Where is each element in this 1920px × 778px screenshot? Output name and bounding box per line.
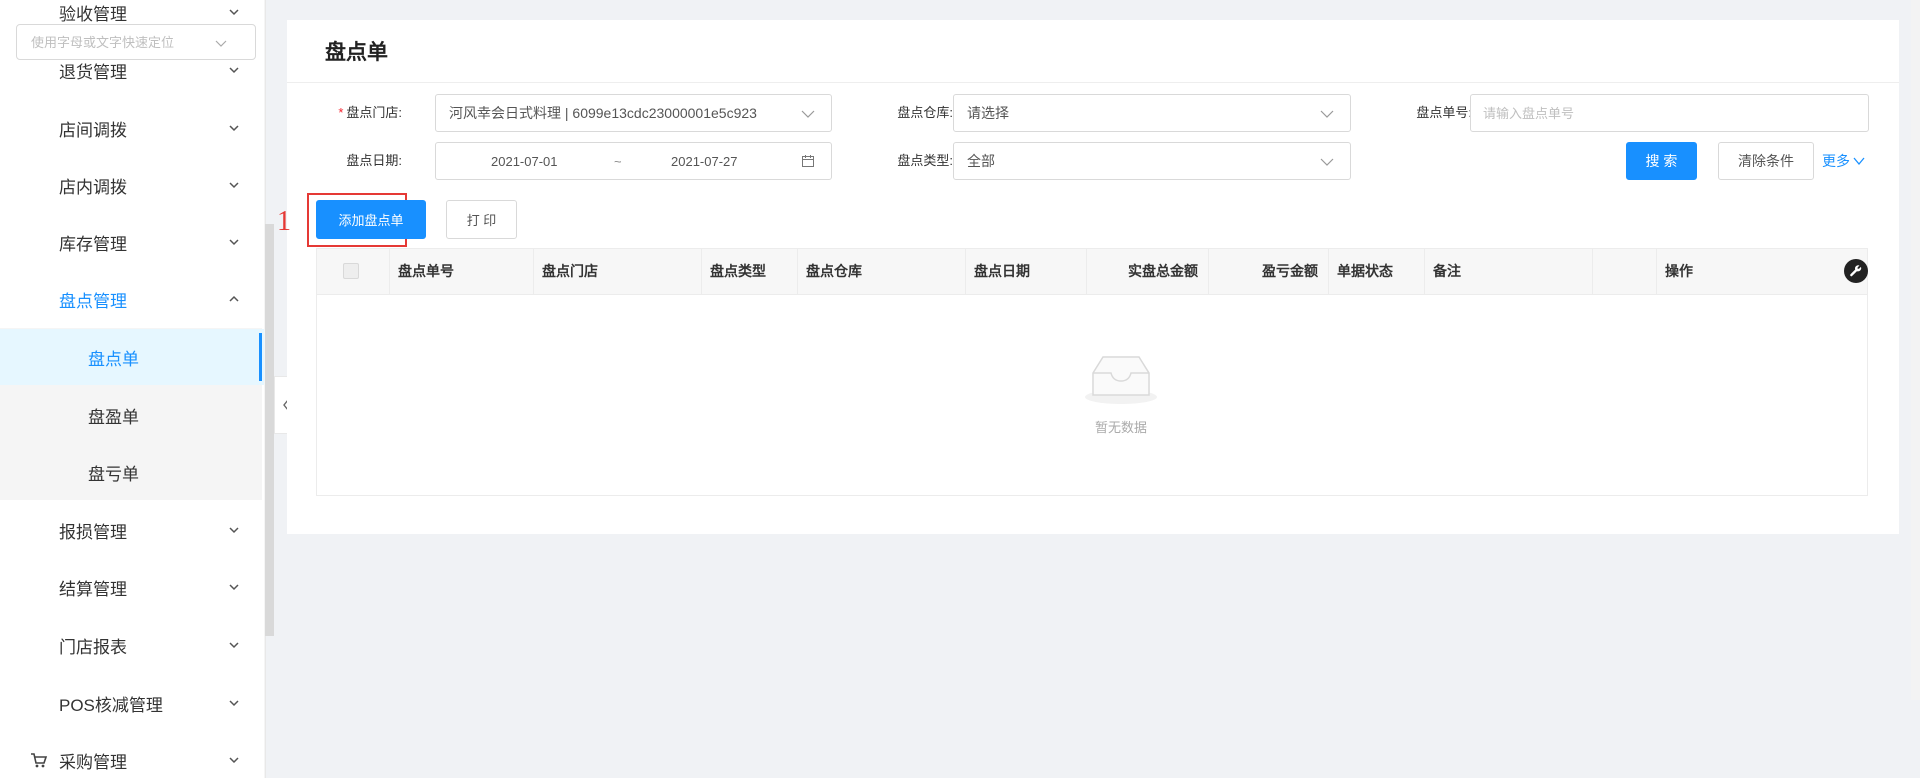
more-filters-label: 更多 [1822, 153, 1850, 169]
sidebar-subitem-label: 盘亏单 [88, 464, 139, 484]
cart-icon [31, 753, 48, 768]
column-header[interactable]: 盘点仓库 [798, 249, 966, 294]
column-header[interactable]: 实盘总金额 [1087, 249, 1209, 294]
store-label: * 盘点门店: [338, 105, 402, 120]
type-select[interactable]: 全部 [953, 142, 1351, 180]
print-button[interactable]: 打 印 [446, 200, 517, 239]
wrench-settings-icon[interactable] [1844, 259, 1868, 283]
chevron-up-icon [229, 295, 239, 302]
chevron-down-icon [229, 700, 239, 707]
page-title: 盘点单 [325, 41, 388, 64]
chevron-down-icon [229, 239, 239, 246]
sidebar-item-label: 结算管理 [59, 579, 127, 599]
sidebar-item-internal-transfer[interactable]: 店内调拨 [0, 157, 264, 213]
order-no-label: 盘点单号: [1416, 105, 1472, 120]
date-separator: ~ [614, 153, 622, 169]
sidebar-item-inventory[interactable]: 库存管理 [0, 214, 264, 270]
sidebar-item-purchasing[interactable]: 采购管理 [0, 732, 264, 778]
sidebar: 验收管理 退货管理 店间调拨 店内调拨 库存管理 盘点管理 盘点单 盘盈单 盘亏… [0, 0, 266, 778]
chevron-down-icon [1320, 158, 1334, 166]
column-header[interactable]: 盘点类型 [702, 249, 798, 294]
order-no-input[interactable] [1481, 104, 1865, 122]
stocktake-table: 盘点单号 盘点门店 盘点类型 盘点仓库 盘点日期 实盘总金额 盈亏金额 单据状态… [316, 248, 1868, 496]
select-all-cell [317, 249, 390, 294]
store-select-value: 河风幸会日式料理 | 6099e13cdc23000001e5c923 [449, 105, 757, 121]
chevron-down-icon [1853, 157, 1865, 166]
sidebar-item-pos-deduction[interactable]: POS核减管理 [0, 675, 264, 731]
table-header: 盘点单号 盘点门店 盘点类型 盘点仓库 盘点日期 实盘总金额 盈亏金额 单据状态… [317, 249, 1868, 295]
sidebar-item-label: 盘点管理 [59, 291, 127, 311]
sidebar-subitem-label: 盘盈单 [88, 407, 139, 427]
sidebar-item-store-reports[interactable]: 门店报表 [0, 617, 264, 673]
date-label: 盘点日期: [346, 153, 402, 168]
sidebar-item-label: 店间调拨 [59, 120, 127, 140]
chevron-down-icon [229, 642, 239, 649]
order-no-field[interactable] [1470, 94, 1869, 132]
sidebar-item-settlement[interactable]: 结算管理 [0, 559, 264, 615]
select-all-checkbox[interactable] [343, 263, 359, 279]
title-divider [287, 82, 1899, 83]
column-header[interactable]: 盘点门店 [534, 249, 702, 294]
clear-conditions-button[interactable]: 清除条件 [1718, 142, 1814, 180]
chevron-down-icon [229, 584, 239, 591]
sidebar-item-stocktake[interactable]: 盘点管理 [0, 271, 264, 327]
search-button[interactable]: 搜 索 [1626, 142, 1697, 180]
sidebar-subitem-loss-order[interactable]: 盘亏单 [0, 444, 264, 500]
column-header[interactable]: 备注 [1425, 249, 1593, 294]
sidebar-item-label: 采购管理 [59, 752, 127, 772]
empty-inbox-icon [1085, 356, 1157, 404]
sidebar-item-label: POS核减管理 [59, 695, 163, 715]
add-stocktake-button[interactable]: 添加盘点单 [316, 200, 426, 239]
date-start[interactable]: 2021-07-01 [491, 154, 558, 169]
column-header[interactable]: 操作 [1657, 249, 1867, 294]
empty-data-text: 暂无数据 [1094, 420, 1147, 435]
quick-search-select[interactable] [16, 24, 256, 60]
sidebar-item-label: 库存管理 [59, 234, 127, 254]
type-label: 盘点类型: [897, 153, 953, 168]
chevron-down-icon [229, 9, 239, 16]
calendar-icon [802, 155, 814, 167]
sidebar-item-label: 验收管理 [59, 4, 127, 24]
sidebar-scrollbar-thumb[interactable] [265, 224, 274, 636]
sidebar-subitem-stocktake-order[interactable]: 盘点单 [0, 329, 264, 385]
warehouse-select-placeholder: 请选择 [967, 105, 1009, 121]
warehouse-select[interactable]: 请选择 [953, 94, 1351, 132]
date-end[interactable]: 2021-07-27 [671, 154, 738, 169]
column-header[interactable]: 盘点单号 [390, 249, 534, 294]
chevron-down-icon [229, 182, 239, 189]
column-header[interactable]: 盈亏金额 [1209, 249, 1329, 294]
chevron-down-icon [229, 67, 239, 74]
type-select-value: 全部 [967, 153, 995, 169]
sidebar-item-label: 店内调拨 [59, 177, 127, 197]
warehouse-label: 盘点仓库: [897, 105, 953, 120]
store-select[interactable]: 河风幸会日式料理 | 6099e13cdc23000001e5c923 [435, 94, 832, 132]
column-header-blank [1593, 249, 1657, 294]
step-number-annotation: 1 [277, 206, 291, 237]
more-filters-link[interactable]: 更多 [1822, 151, 1865, 171]
quick-search-input[interactable] [29, 33, 213, 51]
chevron-down-icon [215, 40, 227, 47]
sidebar-item-label: 退货管理 [59, 62, 127, 82]
chevron-down-icon [801, 110, 815, 118]
column-header[interactable]: 单据状态 [1329, 249, 1425, 294]
stocktake-card: 盘点单 * 盘点门店: 河风幸会日式料理 | 6099e13cdc23000001… [277, 20, 1899, 534]
sidebar-item-store-transfer[interactable]: 店间调拨 [0, 100, 264, 156]
chevron-down-icon [229, 757, 239, 764]
required-mark: * [338, 105, 344, 120]
sidebar-item-label: 门店报表 [59, 637, 127, 657]
sidebar-subitem-surplus-order[interactable]: 盘盈单 [0, 387, 264, 443]
chevron-down-icon [1320, 110, 1334, 118]
chevron-down-icon [229, 527, 239, 534]
chevron-down-icon [229, 125, 239, 132]
sidebar-subitem-label: 盘点单 [88, 349, 139, 369]
sidebar-item-damage[interactable]: 报损管理 [0, 502, 264, 558]
column-header[interactable]: 盘点日期 [966, 249, 1087, 294]
date-range-picker[interactable]: 2021-07-01 ~ 2021-07-27 [435, 142, 832, 180]
page-scrollbar-track[interactable] [1911, 0, 1920, 700]
sidebar-item-label: 报损管理 [59, 522, 127, 542]
